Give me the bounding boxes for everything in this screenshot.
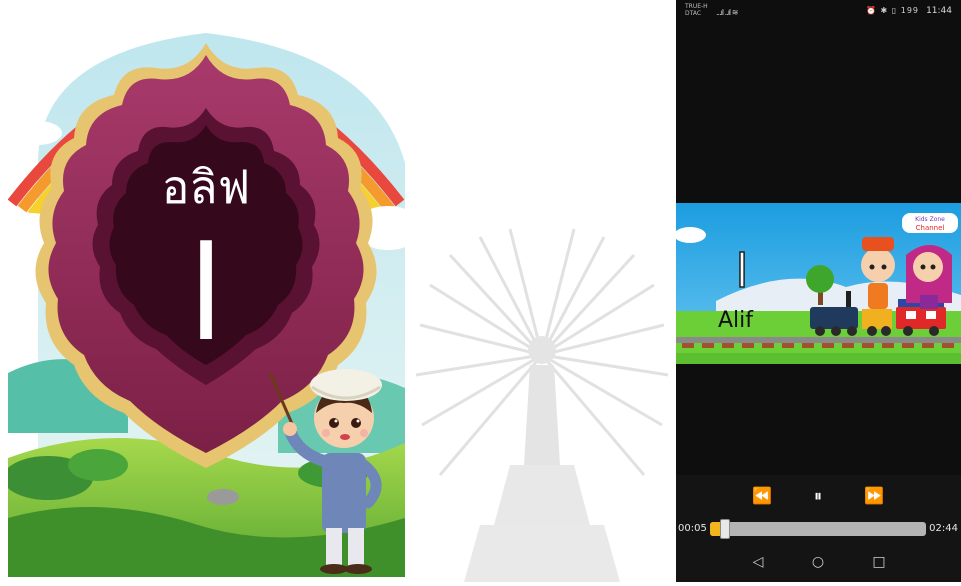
- channel-logo-line-2: Channel: [916, 224, 945, 232]
- video-scene: Kids Zone Channel ا Alif: [676, 203, 961, 364]
- signal-icon: ...ıl ..ıl ≋: [716, 8, 738, 17]
- card-arabic-letter: ا: [188, 218, 224, 370]
- pause-button[interactable]: ⏸: [806, 484, 830, 508]
- video-frame[interactable]: Kids Zone Channel ا Alif: [676, 203, 961, 364]
- android-nav-bar: ◁ ○ □: [676, 547, 961, 582]
- seal-icon: [415, 228, 669, 582]
- card-thai-title: อลิฟ: [162, 160, 250, 214]
- alif-flashcard: อลิฟ ا: [8, 13, 405, 577]
- status-icons: ⏰ ✱ ▯ 199: [866, 6, 919, 15]
- seek-bar[interactable]: [710, 519, 926, 539]
- seek-thumb[interactable]: [720, 519, 730, 539]
- status-time: 11:44: [926, 6, 952, 16]
- rewind-icon: ⏪: [752, 486, 772, 505]
- fast-forward-button[interactable]: ⏩: [862, 484, 886, 508]
- video-arabic-letter: ا: [736, 244, 749, 298]
- back-button[interactable]: ◁: [748, 552, 768, 572]
- channel-logo-line-1: Kids Zone: [915, 216, 945, 223]
- flashcard-illustration: อลิฟ ا: [8, 13, 405, 577]
- rewind-button[interactable]: ⏪: [750, 484, 774, 508]
- pause-icon: ⏸: [813, 486, 822, 505]
- back-icon: ◁: [752, 554, 764, 570]
- total-time: 02:44: [929, 523, 958, 534]
- current-time: 00:05: [678, 523, 707, 534]
- recents-button[interactable]: □: [869, 552, 889, 572]
- carrier-line-1: TRUE-H: [685, 3, 708, 10]
- status-bar: TRUE-H DTAC ...ıl ..ıl ≋ ⏰ ✱ ▯ 199 11:44: [676, 0, 961, 22]
- fast-forward-icon: ⏩: [864, 486, 884, 505]
- recents-icon: □: [872, 554, 886, 570]
- video-caption: Alif: [718, 308, 754, 333]
- channel-logo: Kids Zone Channel: [902, 213, 958, 233]
- home-icon: ○: [811, 554, 825, 570]
- home-button[interactable]: ○: [808, 552, 828, 572]
- carrier-label: TRUE-H DTAC: [685, 3, 708, 17]
- carrier-line-2: DTAC: [685, 10, 702, 17]
- university-seal-watermark: [410, 225, 675, 582]
- phone-video-player: TRUE-H DTAC ...ıl ..ıl ≋ ⏰ ✱ ▯ 199 11:44: [676, 0, 961, 582]
